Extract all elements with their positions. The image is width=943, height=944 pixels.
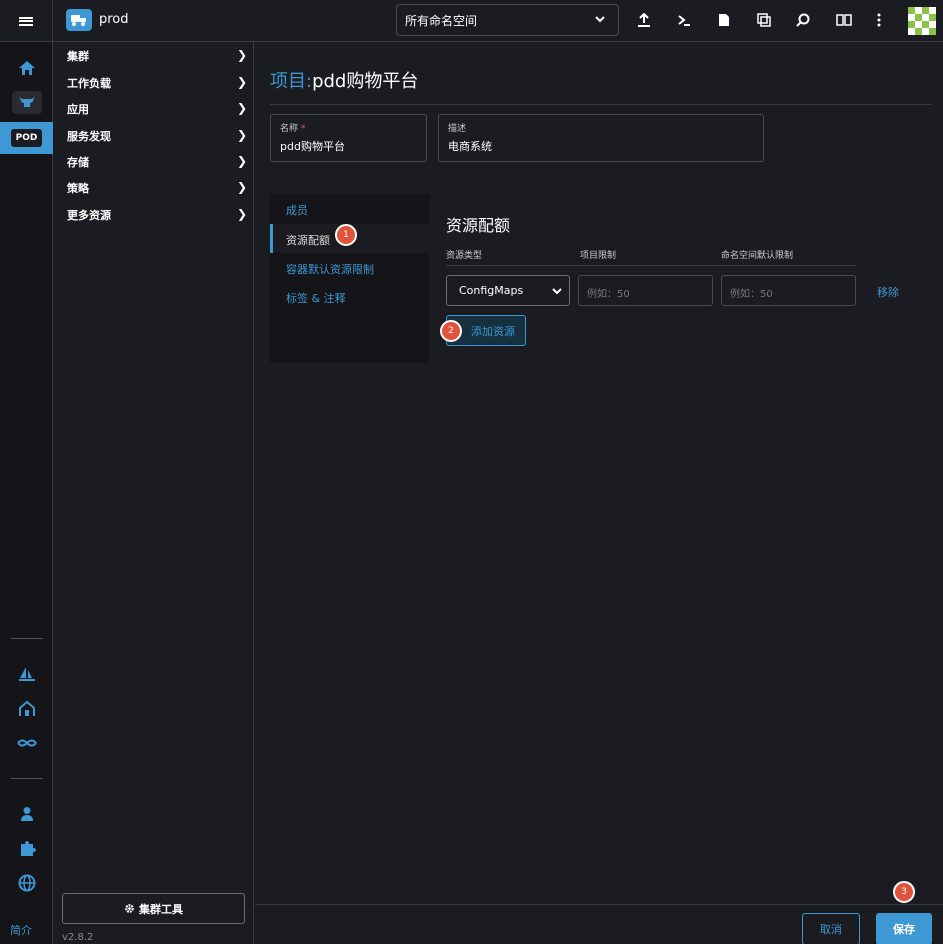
resource-type-select[interactable]: ConfigMaps <box>446 275 570 306</box>
user-avatar[interactable] <box>908 7 936 35</box>
namespace-selector[interactable]: 所有命名空间 <box>396 4 619 36</box>
menu-toggle-button[interactable] <box>0 0 53 42</box>
search-icon[interactable] <box>793 10 813 30</box>
terminal-icon[interactable] <box>674 10 694 30</box>
tab-container-default-limits[interactable]: 容器默认资源限制 <box>270 253 430 282</box>
chevron-down-icon <box>595 16 605 23</box>
step-marker: 2 <box>440 320 462 342</box>
nav-item-policy[interactable]: 策略 ❯ <box>67 180 247 200</box>
cluster-logo-icon[interactable] <box>66 9 92 31</box>
form-footer: 取消 保存 <box>255 904 943 944</box>
version-label: v2.8.2 <box>62 932 94 943</box>
resource-quota-section: 资源配额 资源类型 项目限制 命名空间默认限制 ConfigMaps 例如：50… <box>430 194 932 363</box>
step-marker: 3 <box>893 881 915 903</box>
nav-item-label: 存储 <box>67 156 89 169</box>
divider <box>446 265 856 266</box>
home-icon[interactable] <box>0 52 53 84</box>
chevron-right-icon: ❯ <box>236 48 247 62</box>
namespace-limit-input[interactable]: 例如：50 <box>721 275 856 306</box>
resource-type-value: ConfigMaps <box>459 284 524 297</box>
gear-icon <box>125 904 134 913</box>
more-vert-icon[interactable] <box>869 10 889 30</box>
divider <box>11 778 43 779</box>
nav-item-label: 服务发现 <box>67 130 111 143</box>
tab-members[interactable]: 成员 <box>270 194 430 223</box>
nav-item-apps[interactable]: 应用 ❯ <box>67 101 247 121</box>
rancher-icon[interactable] <box>0 727 53 759</box>
project-limit-placeholder: 例如：50 <box>587 289 630 300</box>
upload-icon[interactable] <box>634 10 654 30</box>
nav-item-label: 策略 <box>67 182 89 195</box>
globe-icon[interactable] <box>0 867 53 899</box>
project-limit-input[interactable]: 例如：50 <box>578 275 713 306</box>
divider <box>270 104 932 105</box>
nav-item-label: 工作负载 <box>67 77 111 90</box>
hamburger-icon <box>19 15 33 27</box>
project-settings-panel: 成员 资源配额 容器默认资源限制 标签 & 注释 资源配额 资源类型 项目限制 … <box>270 194 932 363</box>
user-icon[interactable] <box>0 798 53 830</box>
nav-item-label: 更多资源 <box>67 209 111 222</box>
save-button[interactable]: 保存 <box>876 913 932 944</box>
description-field[interactable]: 描述 电商系统 <box>438 114 764 162</box>
settings-tabs: 成员 资源配额 容器默认资源限制 标签 & 注释 <box>270 194 430 363</box>
column-header-project-limit: 项目限制 <box>580 251 617 261</box>
divider <box>11 638 43 639</box>
cluster-name[interactable]: prod <box>99 12 129 27</box>
main-content: 项目:pdd购物平台 名称 * pdd购物平台 描述 电商系统 成员 资源配额 … <box>255 42 943 944</box>
extensions-icon[interactable] <box>0 833 53 865</box>
column-header-resource-type: 资源类型 <box>446 251 483 261</box>
cluster-explorer-icon[interactable] <box>0 86 53 118</box>
namespace-limit-placeholder: 例如：50 <box>730 289 773 300</box>
chevron-right-icon: ❯ <box>236 207 247 221</box>
step-marker: 1 <box>335 224 357 246</box>
name-field-value: pdd购物平台 <box>280 140 345 153</box>
pod-badge: POD <box>10 129 43 147</box>
sailboat-icon[interactable] <box>0 658 53 690</box>
name-field-label: 名称 * <box>280 124 306 134</box>
page-title-name: pdd购物平台 <box>312 71 419 92</box>
tab-labels-annotations[interactable]: 标签 & 注释 <box>270 282 430 311</box>
copy-icon[interactable] <box>754 10 774 30</box>
chevron-down-icon <box>552 288 562 295</box>
page-title: 项目:pdd购物平台 <box>270 67 418 93</box>
namespace-selector-value: 所有命名空间 <box>405 14 478 28</box>
name-field[interactable]: 名称 * pdd购物平台 <box>270 114 427 162</box>
top-header: prod 所有命名空间 <box>0 0 943 42</box>
chevron-right-icon: ❯ <box>236 75 247 89</box>
add-resource-label: 添加资源 <box>471 324 515 338</box>
description-field-value: 电商系统 <box>448 140 492 153</box>
nav-item-cluster[interactable]: 集群 ❯ <box>67 48 247 68</box>
fleet-icon[interactable] <box>0 693 53 725</box>
chevron-right-icon: ❯ <box>236 128 247 142</box>
remove-button[interactable]: 移除 <box>877 284 899 300</box>
cluster-tools-button[interactable]: 集群工具 <box>62 893 245 924</box>
nav-item-storage[interactable]: 存储 ❯ <box>67 154 247 174</box>
intro-link[interactable]: 简介 <box>10 922 32 938</box>
nav-item-workloads[interactable]: 工作负载 ❯ <box>67 75 247 95</box>
page-title-prefix: 项目: <box>270 71 313 92</box>
section-title: 资源配额 <box>446 216 511 235</box>
book-icon[interactable] <box>834 10 854 30</box>
cluster-tools-label: 集群工具 <box>139 902 183 916</box>
nav-item-more-resources[interactable]: 更多资源 ❯ <box>67 207 247 227</box>
resource-nav-sidebar: 集群 ❯ 工作负载 ❯ 应用 ❯ 服务发现 ❯ 存储 ❯ 策略 ❯ 更多资源 ❯ <box>54 42 254 944</box>
description-field-label: 描述 <box>448 124 467 134</box>
chevron-right-icon: ❯ <box>236 154 247 168</box>
chevron-right-icon: ❯ <box>236 180 247 194</box>
pod-nav-item[interactable]: POD <box>0 122 53 154</box>
column-header-namespace-limit: 命名空间默认限制 <box>721 251 794 261</box>
app-icon-sidebar: POD 简介 <box>0 42 53 944</box>
file-icon[interactable] <box>714 10 734 30</box>
cancel-button[interactable]: 取消 <box>802 913 860 944</box>
nav-item-label: 应用 <box>67 103 89 116</box>
nav-item-service-discovery[interactable]: 服务发现 ❯ <box>67 128 247 148</box>
chevron-right-icon: ❯ <box>236 101 247 115</box>
nav-item-label: 集群 <box>67 50 89 63</box>
